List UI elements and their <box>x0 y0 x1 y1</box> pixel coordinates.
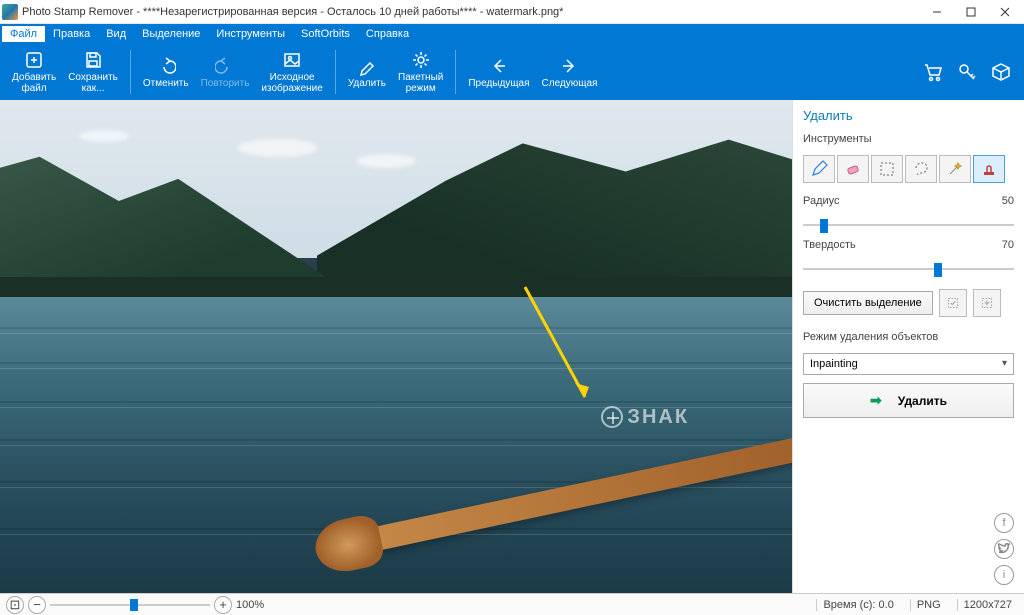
removal-mode-label: Режим удаления объектов <box>803 331 1014 343</box>
package-icon[interactable] <box>990 61 1012 83</box>
stamp-tool[interactable] <box>973 155 1005 183</box>
magic-wand-tool[interactable] <box>939 155 971 183</box>
arrow-right-icon <box>559 56 579 76</box>
removal-mode-dropdown[interactable]: Inpainting <box>803 353 1014 375</box>
arrow-left-icon <box>489 56 509 76</box>
radius-slider[interactable] <box>803 219 1014 231</box>
menu-edit[interactable]: Правка <box>45 26 98 42</box>
radius-value: 50 <box>984 195 1014 207</box>
apply-remove-button[interactable]: ➡ Удалить <box>803 383 1014 418</box>
status-format: PNG <box>910 599 947 611</box>
add-file-button[interactable]: Добавить файл <box>6 48 62 96</box>
pencil-tool[interactable] <box>803 155 835 183</box>
image-icon <box>282 50 302 70</box>
annotation-arrow <box>515 277 605 417</box>
menu-tools[interactable]: Инструменты <box>208 26 293 42</box>
twitter-icon[interactable] <box>994 539 1014 559</box>
undo-icon <box>156 56 176 76</box>
previous-button[interactable]: Предыдущая <box>462 54 535 91</box>
hardness-slider[interactable] <box>803 263 1014 275</box>
remove-button[interactable]: Удалить <box>342 54 392 91</box>
zoom-percent: 100% <box>236 599 264 611</box>
save-as-button[interactable]: Сохранить как... <box>62 48 124 96</box>
menu-file[interactable]: Файл <box>2 26 45 42</box>
lasso-tool[interactable] <box>905 155 937 183</box>
work-area: ЗНАК Удалить Инструменты Радиус 50 Тверд… <box>0 100 1024 593</box>
watermark-overlay: ЗНАК <box>601 406 689 429</box>
radius-label: Радиус <box>803 195 976 207</box>
hardness-label: Твердость <box>803 239 976 251</box>
minimize-button[interactable] <box>920 0 954 24</box>
app-icon <box>2 4 18 20</box>
apply-arrow-icon: ➡ <box>870 392 882 409</box>
tools-label: Инструменты <box>803 133 1014 145</box>
menu-help[interactable]: Справка <box>358 26 417 42</box>
menu-selection[interactable]: Выделение <box>134 26 208 42</box>
save-selection-button[interactable] <box>939 289 967 317</box>
title-bar: Photo Stamp Remover - ****Незарегистриро… <box>0 0 1024 24</box>
status-dimensions: 1200x727 <box>957 599 1018 611</box>
hardness-value: 70 <box>984 239 1014 251</box>
save-icon <box>83 50 103 70</box>
panel-title: Удалить <box>803 108 1014 123</box>
original-image-button[interactable]: Исходное изображение <box>255 48 328 96</box>
maximize-button[interactable] <box>954 0 988 24</box>
window-title: Photo Stamp Remover - ****Незарегистриро… <box>22 6 920 18</box>
zoom-in-button[interactable]: + <box>214 596 232 614</box>
status-bar: ⊡ − + 100% Время (с): 0.0 PNG 1200x727 <box>0 593 1024 615</box>
gear-icon <box>411 50 431 70</box>
facebook-icon[interactable]: f <box>994 513 1014 533</box>
fit-zoom-button[interactable]: ⊡ <box>6 596 24 614</box>
key-icon[interactable] <box>956 61 978 83</box>
menu-bar: Файл Правка Вид Выделение Инструменты So… <box>0 24 1024 44</box>
zoom-out-button[interactable]: − <box>28 596 46 614</box>
status-time: Время (с): 0.0 <box>816 599 899 611</box>
next-button[interactable]: Следующая <box>536 54 604 91</box>
tool-palette <box>803 155 1014 183</box>
plus-icon <box>24 50 44 70</box>
redo-icon <box>215 56 235 76</box>
menu-softorbits[interactable]: SoftOrbits <box>293 26 358 42</box>
redo-button[interactable]: Повторить <box>195 54 256 91</box>
undo-button[interactable]: Отменить <box>137 54 195 91</box>
rect-select-tool[interactable] <box>871 155 903 183</box>
clear-selection-button[interactable]: Очистить выделение <box>803 291 933 315</box>
image-canvas[interactable]: ЗНАК <box>0 100 792 593</box>
cart-icon[interactable] <box>922 61 944 83</box>
eraser-tool[interactable] <box>837 155 869 183</box>
side-panel: Удалить Инструменты Радиус 50 Твердость … <box>792 100 1024 593</box>
menu-view[interactable]: Вид <box>98 26 134 42</box>
close-button[interactable] <box>988 0 1022 24</box>
ribbon-toolbar: Добавить файл Сохранить как... Отменить … <box>0 44 1024 100</box>
brush-icon <box>357 56 377 76</box>
batch-mode-button[interactable]: Пакетный режим <box>392 48 449 96</box>
info-icon[interactable]: i <box>994 565 1014 585</box>
zoom-slider[interactable] <box>50 604 210 606</box>
load-selection-button[interactable] <box>973 289 1001 317</box>
